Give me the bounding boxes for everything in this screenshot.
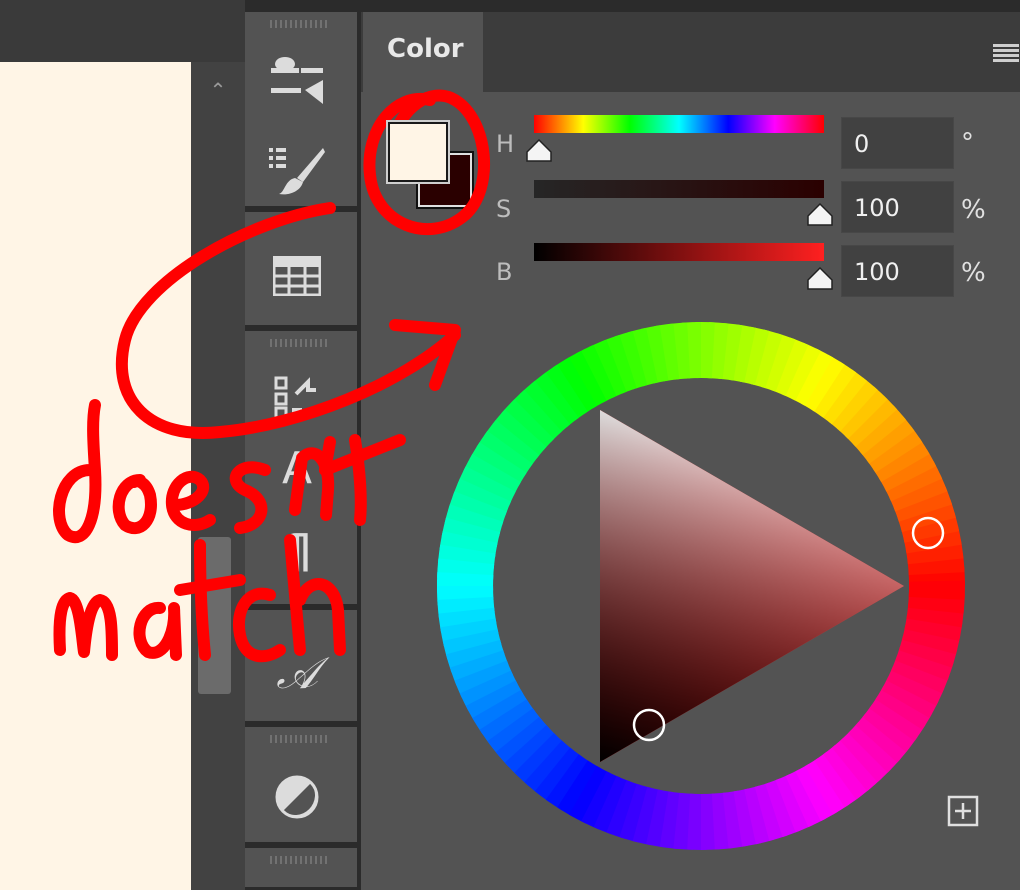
dock-group-brushes <box>245 12 357 209</box>
hue-label: H <box>496 130 515 158</box>
color-panel: Color H 0 ° S 100 % B 100 % <box>361 0 1020 890</box>
document-canvas[interactable] <box>0 62 191 890</box>
dock-group-more <box>245 848 357 890</box>
hue-unit: ° <box>961 128 974 158</box>
properties-icon[interactable] <box>267 367 327 427</box>
paragraph-glyph: ¶ <box>282 524 312 578</box>
glyphs-icon[interactable]: 𝒜 <box>267 644 327 704</box>
saturation-slider-thumb[interactable] <box>805 203 835 227</box>
dock-group-type: A ¶ <box>245 331 357 607</box>
saturation-slider-track[interactable] <box>534 180 824 198</box>
paragraph-icon[interactable]: ¶ <box>267 521 327 581</box>
hue-slider-thumb[interactable] <box>524 139 554 163</box>
hamburger-icon[interactable] <box>993 44 1019 64</box>
swatches-grid-icon[interactable] <box>267 246 327 306</box>
vertical-scrollbar[interactable]: ⌃ <box>191 62 245 890</box>
grip-icon[interactable] <box>270 20 330 28</box>
hue-slider-track[interactable] <box>534 115 824 133</box>
plus-square-icon[interactable] <box>947 795 979 827</box>
grip-icon[interactable] <box>270 735 330 743</box>
dock-group-swatches <box>245 212 357 328</box>
brightness-label: B <box>496 258 513 286</box>
photoshop-window: ⌃ A ¶ 𝒜 Color H 0 ° S 100 % B 100 % <box>0 0 1020 890</box>
brightness-unit: % <box>961 258 986 288</box>
scroll-up-icon[interactable]: ⌃ <box>207 80 229 100</box>
saturation-label: S <box>496 195 512 223</box>
brush-settings-icon[interactable] <box>267 50 327 110</box>
tab-color[interactable]: Color <box>363 12 483 92</box>
dock-group-glyphs: 𝒜 <box>245 610 357 724</box>
brushes-icon[interactable] <box>267 140 327 200</box>
adjustments-icon[interactable] <box>267 767 327 827</box>
brightness-slider-thumb[interactable] <box>805 267 835 291</box>
color-wheel[interactable] <box>437 322 965 850</box>
document-tab-bar <box>0 0 245 62</box>
character-glyph: A <box>281 443 313 494</box>
glyphs-glyph: 𝒜 <box>276 648 318 699</box>
grip-icon[interactable] <box>270 856 330 864</box>
saturation-input[interactable]: 100 <box>841 181 954 233</box>
hue-input[interactable]: 0 <box>841 117 954 169</box>
grip-icon[interactable] <box>270 339 330 347</box>
scrollbar-thumb[interactable] <box>198 537 231 694</box>
dock-group-adjustments <box>245 727 357 845</box>
panel-dock: A ¶ 𝒜 <box>245 0 357 890</box>
saturation-unit: % <box>961 195 986 225</box>
brightness-slider-track[interactable] <box>534 243 824 261</box>
foreground-color-swatch[interactable] <box>386 120 450 184</box>
character-icon[interactable]: A <box>267 439 327 499</box>
brightness-input[interactable]: 100 <box>841 245 954 297</box>
